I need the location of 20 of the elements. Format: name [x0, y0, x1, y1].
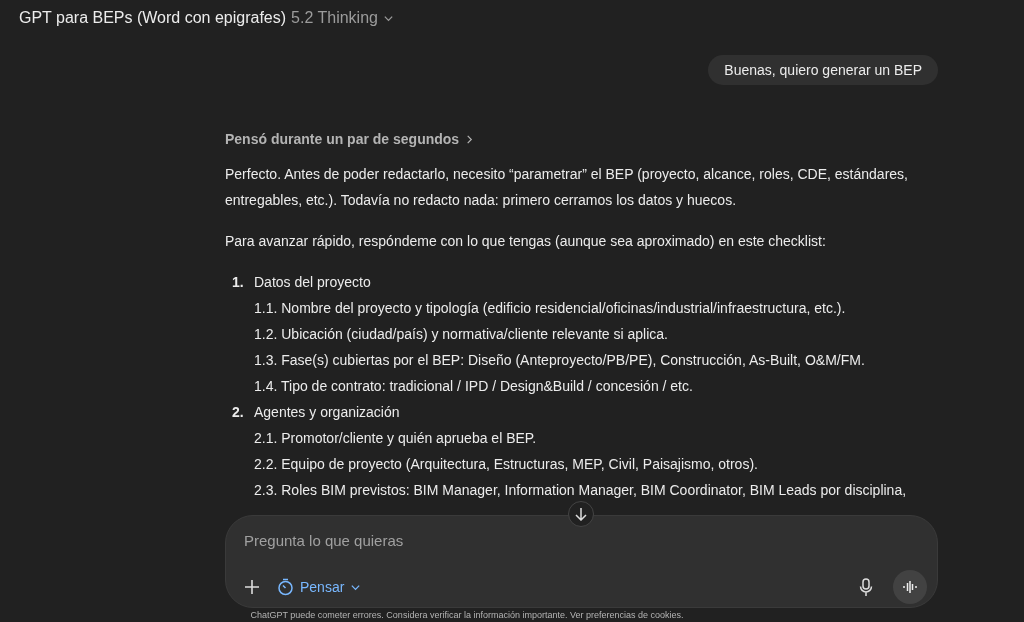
message-paragraph: Perfecto. Antes de poder redactarlo, necesito “parametrar” el BEP (proyecto, alcance, roles, CDE, estándares, entregables, etc.). Todavía no redacto nada: primero cerramos los datos y huecos.: [225, 165, 909, 210]
section-title: Datos del proyecto: [254, 273, 371, 292]
checklist-item: 2.2. Equipo de proyecto (Arquitectura, Estructuras, MEP, Civil, Paisajismo, otros).: [254, 456, 758, 472]
model-selector[interactable]: 5.2 Thinking: [291, 9, 394, 27]
section-title: Agentes y organización: [254, 403, 400, 422]
checklist-item: 2.1. Promotor/cliente y quién aprueba el BEP.: [254, 430, 537, 446]
disclaimer-text: ChatGPT puede cometer errores. Considera verificar la información importante. Ver preferencias de cookies.: [249, 609, 685, 622]
user-message: Buenas, quiero generar un BEP: [708, 55, 938, 85]
chat-title: GPT para BEPs (Word con epigrafes): [19, 9, 287, 27]
checklist-item: 1.4. Tipo de contrato: tradicional / IPD / Design&Build / concesión / etc.: [254, 378, 693, 394]
list-number: 2.: [231, 403, 245, 422]
checklist-item: 1.1. Nombre del proyecto y tipología (edificio residencial/oficinas/industrial/infraestructura, etc.).: [254, 300, 846, 316]
message-paragraph: Para avanzar rápido, respóndeme con lo que tengas (aunque sea aproximado) en este checklist:: [225, 232, 827, 251]
message-input[interactable]: Pregunta lo que quieras: [244, 530, 844, 551]
checklist-item: 2.3. Roles BIM previstos: BIM Manager, Information Manager, BIM Coordinator, BIM Leads por disciplina,: [254, 482, 907, 498]
thinking-mode-button[interactable]: Pensar: [277, 578, 362, 596]
thinking-toggle[interactable]: Pensó durante un par de segundos: [225, 126, 475, 152]
checklist-item: 1.3. Fase(s) cubiertas por el BEP: Diseño (Anteproyecto/PB/PE), Construcción, As-Built, O&M/FM.: [254, 352, 865, 368]
checklist-item: 1.2. Ubicación (ciudad/país) y normativa/cliente relevante si aplica.: [254, 326, 668, 342]
list-number: 1.: [231, 273, 245, 292]
